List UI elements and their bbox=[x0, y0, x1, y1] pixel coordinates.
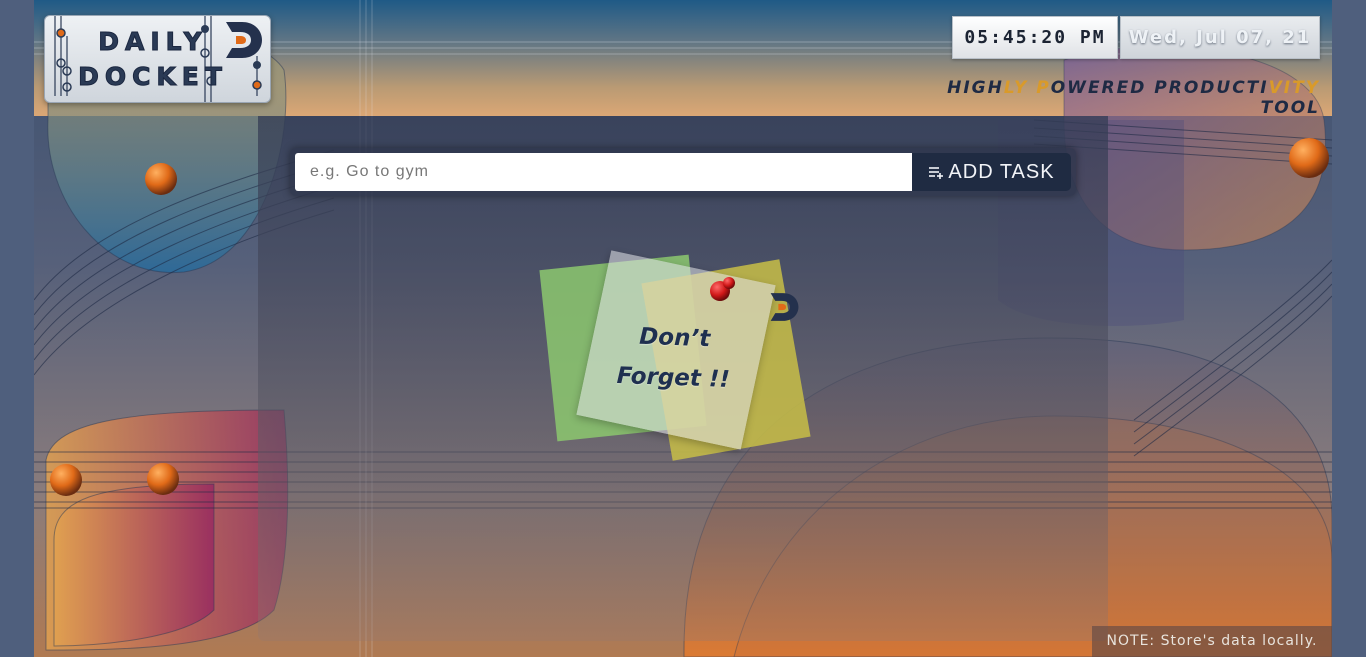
d-monogram-icon bbox=[770, 293, 799, 321]
app-logo[interactable]: DAILY DOCKET bbox=[44, 15, 271, 103]
d-monogram-icon bbox=[226, 22, 262, 58]
logo-line-2: DOCKET bbox=[78, 62, 228, 92]
push-pin-icon bbox=[710, 277, 735, 301]
task-input[interactable] bbox=[295, 153, 912, 191]
empty-state-notes: Don’t Forget !! bbox=[534, 250, 834, 461]
empty-state-message: Don’t Forget !! bbox=[603, 316, 746, 401]
current-time: 05:45:20 PM bbox=[952, 16, 1118, 59]
add-task-label: ADD TASK bbox=[948, 160, 1055, 183]
empty-state-line-1: Don’t bbox=[638, 323, 711, 353]
playlist-add-icon bbox=[929, 167, 944, 179]
add-task-form: ADD TASK bbox=[290, 148, 1076, 196]
tagline: HIGHLY POWERED PRODUCTIVITY TOOL bbox=[947, 78, 1320, 118]
add-task-button[interactable]: ADD TASK bbox=[912, 153, 1071, 191]
app-window: DAILY DOCKET 05:45:20 PM Wed, Jul 07, 21… bbox=[34, 0, 1332, 657]
logo-line-1: DAILY bbox=[98, 27, 208, 57]
empty-state-line-2: Forget !! bbox=[616, 363, 731, 393]
storage-note: NOTE: Store's data locally. bbox=[1092, 626, 1332, 657]
current-date: Wed, Jul 07, 21 bbox=[1120, 16, 1320, 59]
